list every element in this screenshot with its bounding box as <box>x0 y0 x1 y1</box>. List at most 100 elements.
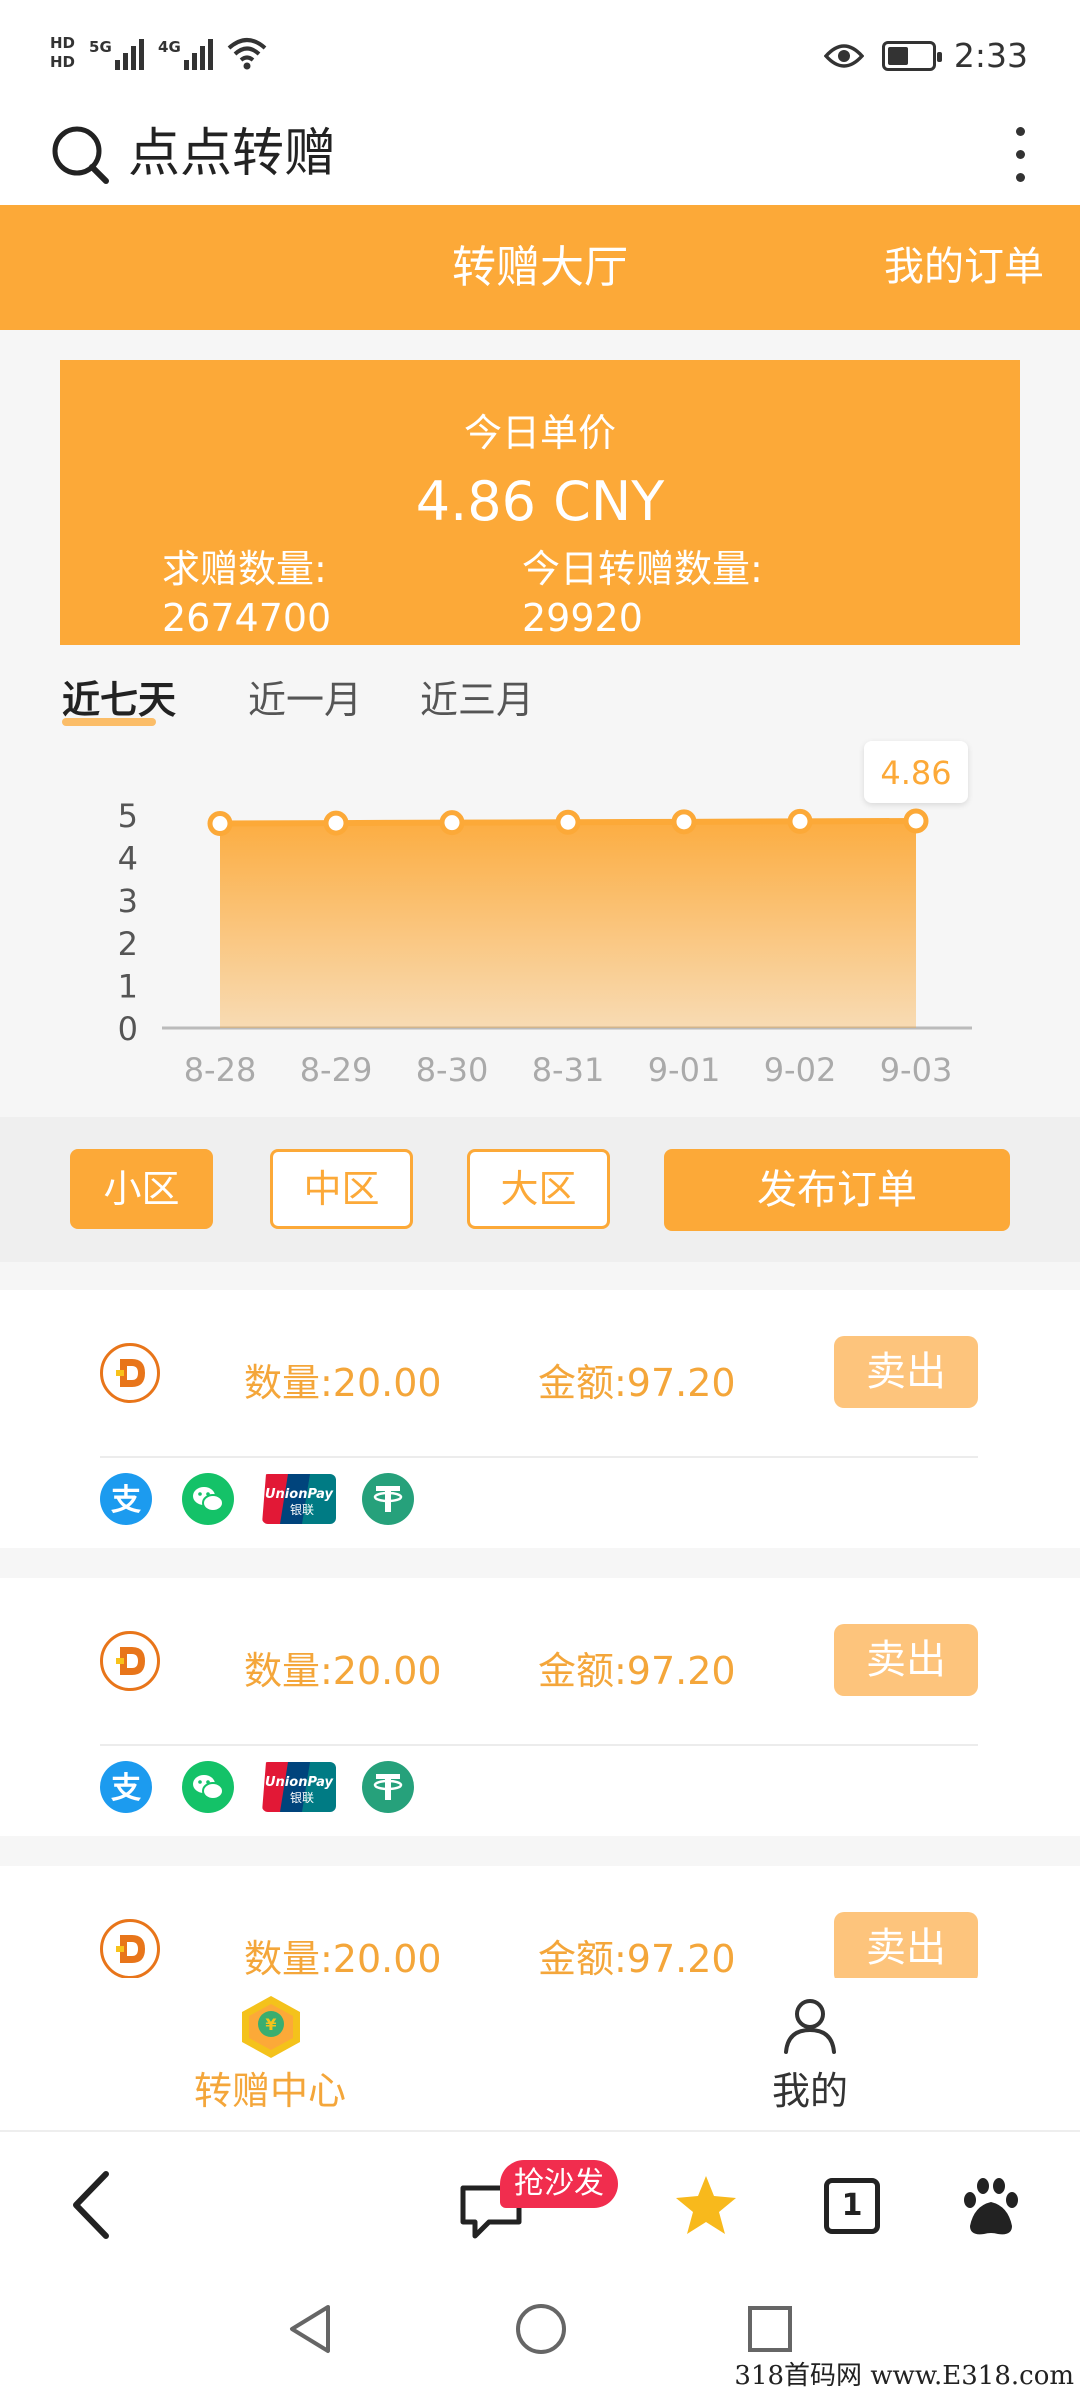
eye-icon <box>823 43 864 68</box>
order-card: 数量:20.00 金额:97.20 卖出 支 UnionPay 银联 <box>0 1290 1080 1548</box>
price-chart-section: 近七天 近一月 近三月 0 1 2 3 4 5 8-28 8-29 8-30 8-31 9-01 9-… <box>0 645 1080 1117</box>
usdt-icon <box>362 1761 414 1813</box>
star-icon[interactable] <box>672 2160 740 2250</box>
wechat-pay-icon <box>182 1761 234 1813</box>
x-tick-label: 8-30 <box>416 1051 489 1089</box>
sim1-network-type: 5G <box>89 38 112 56</box>
unionpay-cn-text: 银联 <box>290 1791 314 1805</box>
tabs-count-button[interactable]: 1 <box>822 2160 882 2250</box>
x-tick-label: 8-28 <box>184 1051 257 1089</box>
order-amount: 金额:97.20 <box>538 1937 736 1978</box>
svg-text:支: 支 <box>111 1483 141 1518</box>
browser-toolbar: 抢沙发 1 <box>0 2130 1080 2275</box>
hd-label-1: HD <box>50 34 76 52</box>
divider <box>100 1456 978 1458</box>
unit-price-value: 4.86 CNY <box>415 470 665 533</box>
status-right-group: 2:33 <box>823 36 1028 75</box>
x-tick-label: 9-01 <box>648 1051 721 1089</box>
wifi-icon <box>227 38 267 70</box>
sell-button[interactable]: 卖出 <box>834 1912 978 1978</box>
signal-strength-icon: 5G <box>89 36 145 70</box>
y-tick-label: 4 <box>118 840 138 878</box>
data-point <box>787 808 813 834</box>
tab-label-profile: 我的 <box>771 2069 848 2113</box>
wechat-pay-icon <box>182 1473 234 1525</box>
unionpay-icon: UnionPay 银联 <box>262 1762 336 1812</box>
unionpay-text: UnionPay <box>265 1775 334 1790</box>
y-tick-label: 5 <box>118 797 138 835</box>
order-quantity: 数量:20.00 <box>244 1649 442 1693</box>
coin-icon <box>100 1631 160 1691</box>
comment-badge: 抢沙发 <box>500 2160 618 2208</box>
order-card: 数量:20.00 金额:97.20 卖出 支 UnionPay 银联 <box>0 1578 1080 1836</box>
hd-label-2: HD <box>50 53 76 71</box>
data-point <box>207 811 233 837</box>
price-trend-chart: 0 1 2 3 4 5 8-28 8-29 8-30 8-31 9-01 9-02 9-03 4.86 <box>118 740 972 1089</box>
browser-title-bar: 点点转赠 <box>0 110 1080 205</box>
more-menu-icon[interactable] <box>1000 114 1040 194</box>
data-point <box>555 809 581 835</box>
yuan-symbol: ¥ <box>265 2015 276 2034</box>
search-icon[interactable] <box>50 118 110 188</box>
signal-group: HD HD 5G 4G <box>50 34 267 72</box>
order-quantity: 数量:20.00 <box>244 1361 442 1405</box>
y-tick-label: 2 <box>118 925 138 963</box>
area-fill <box>220 820 916 1028</box>
back-arrow-icon[interactable] <box>62 2160 122 2250</box>
sim2-network-type: 4G <box>158 38 181 56</box>
usdt-icon <box>362 1473 414 1525</box>
my-orders-link[interactable]: 我的订单 <box>884 205 1044 330</box>
data-point <box>903 808 929 834</box>
unionpay-text: UnionPay <box>265 1487 334 1502</box>
tab-label-transfer-center: 转赠中心 <box>193 2069 346 2113</box>
y-tick-label: 3 <box>118 882 138 920</box>
publish-order-button[interactable]: 发布订单 <box>664 1149 1010 1231</box>
tab-transfer-center[interactable]: ¥ 转赠中心 <box>120 1978 420 2130</box>
alipay-icon: 支 <box>100 1761 152 1813</box>
hd-indicator: HD HD <box>50 34 75 72</box>
zone-medium-button[interactable]: 中区 <box>270 1149 413 1229</box>
request-qty-label: 求赠数量: <box>162 547 327 591</box>
coin-icon <box>100 1343 160 1403</box>
svg-text:支: 支 <box>111 1771 141 1806</box>
order-card: 数量:20.00 金额:97.20 卖出 <box>0 1866 1080 1978</box>
alipay-icon: 支 <box>100 1473 152 1525</box>
y-tick-label: 0 <box>118 1010 138 1048</box>
screen: HD HD 5G 4G 2:33 点点转赠 转赠大厅 我的订单 今日单价 4.8… <box>0 0 1080 2388</box>
x-tick-label: 9-02 <box>764 1051 837 1089</box>
order-amount: 金额:97.20 <box>538 1361 736 1405</box>
page-header: 转赠大厅 我的订单 <box>0 205 1080 330</box>
coin-icon <box>100 1919 160 1978</box>
sell-button[interactable]: 卖出 <box>834 1624 978 1696</box>
unionpay-icon: UnionPay 银联 <box>262 1474 336 1524</box>
signal-strength-icon-2: 4G <box>158 36 214 70</box>
tab-profile[interactable]: 我的 <box>660 1978 960 2130</box>
nav-home-icon[interactable] <box>512 2299 570 2359</box>
page-title[interactable]: 点点转赠 <box>128 116 336 192</box>
zone-small-button[interactable]: 小区 <box>70 1149 213 1229</box>
unionpay-cn-text: 银联 <box>290 1503 314 1517</box>
tabs-count: 1 <box>824 2178 880 2234</box>
x-tick-label: 8-29 <box>300 1051 373 1089</box>
divider <box>100 1744 978 1746</box>
battery-icon <box>881 40 942 71</box>
nav-recents-icon[interactable] <box>742 2299 798 2359</box>
request-qty-value: 2674700 <box>162 596 332 640</box>
order-quantity: 数量:20.00 <box>244 1937 442 1978</box>
y-tick-label: 1 <box>118 967 138 1005</box>
nav-back-icon[interactable] <box>282 2299 338 2359</box>
app-tab-bar: ¥ 转赠中心 我的 <box>0 1978 1080 2130</box>
today-transfer-label: 今日转赠数量: <box>522 547 763 591</box>
baidu-paw-icon[interactable] <box>958 2160 1024 2250</box>
zone-large-button[interactable]: 大区 <box>467 1149 610 1229</box>
watermark: 318首码网 www.E318.com <box>734 2361 1074 2388</box>
data-point <box>439 810 465 836</box>
status-bar: HD HD 5G 4G 2:33 <box>0 0 1080 110</box>
sell-button[interactable]: 卖出 <box>834 1336 978 1408</box>
unit-price-label: 今日单价 <box>463 411 616 455</box>
today-transfer-value: 29920 <box>522 596 643 640</box>
clock: 2:33 <box>953 36 1028 75</box>
profile-icon <box>784 1999 836 2054</box>
tooltip-value: 4.86 <box>880 754 951 792</box>
order-amount: 金额:97.20 <box>538 1649 736 1693</box>
